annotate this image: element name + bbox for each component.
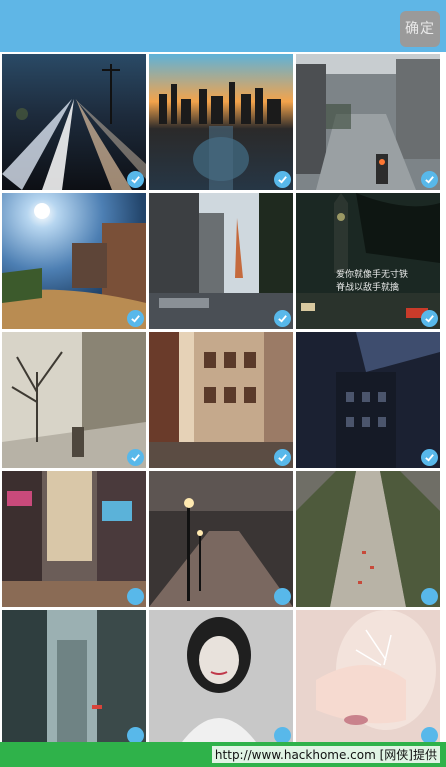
- tile-girl-portrait-bw[interactable]: [149, 610, 293, 746]
- tile-paris-street-eiffel[interactable]: [149, 193, 293, 329]
- tile-street-lamps-avenue[interactable]: [149, 471, 293, 607]
- tile-sunny-castle-path[interactable]: [2, 193, 146, 329]
- watermark-bar: http://www.hackhome.com [网侠]提供: [0, 742, 446, 767]
- unselected-circle-icon[interactable]: [274, 588, 291, 605]
- selected-check-icon[interactable]: [274, 310, 291, 327]
- selected-check-icon[interactable]: [127, 171, 144, 188]
- tile-city-skyline-sunset[interactable]: [149, 54, 293, 190]
- selected-check-icon[interactable]: [274, 171, 291, 188]
- tile-london-big-ben-night[interactable]: 爱你就像手无寸铁 脊战以敌手就擒: [296, 193, 440, 329]
- selected-check-icon[interactable]: [421, 310, 438, 327]
- tile-aerial-boulevard[interactable]: [296, 471, 440, 607]
- unselected-circle-icon[interactable]: [127, 588, 144, 605]
- tile-highway-night-lights[interactable]: [2, 54, 146, 190]
- tile-winter-trees-street[interactable]: [2, 332, 146, 468]
- tile-european-buildings[interactable]: [149, 332, 293, 468]
- tile-dark-buildings[interactable]: [296, 332, 440, 468]
- tile-times-square[interactable]: [2, 471, 146, 607]
- watermark-text: http://www.hackhome.com [网侠]提供: [211, 746, 440, 763]
- tile-skyscrapers-fog[interactable]: [2, 610, 146, 746]
- image-caption: 爱你就像手无寸铁 脊战以敌手就擒: [336, 270, 409, 293]
- tile-girl-hand-closeup[interactable]: [296, 610, 440, 746]
- selected-check-icon[interactable]: [127, 449, 144, 466]
- selected-check-icon[interactable]: [421, 171, 438, 188]
- selected-check-icon[interactable]: [421, 449, 438, 466]
- selected-check-icon[interactable]: [274, 449, 291, 466]
- title-bar: 确定: [0, 0, 446, 52]
- unselected-circle-icon[interactable]: [421, 588, 438, 605]
- photo-grid: 爱你就像手无寸铁 脊战以敌手就擒: [0, 52, 446, 746]
- confirm-button[interactable]: 确定: [400, 11, 440, 47]
- tile-city-street-traffic-light[interactable]: [296, 54, 440, 190]
- selected-check-icon[interactable]: [127, 310, 144, 327]
